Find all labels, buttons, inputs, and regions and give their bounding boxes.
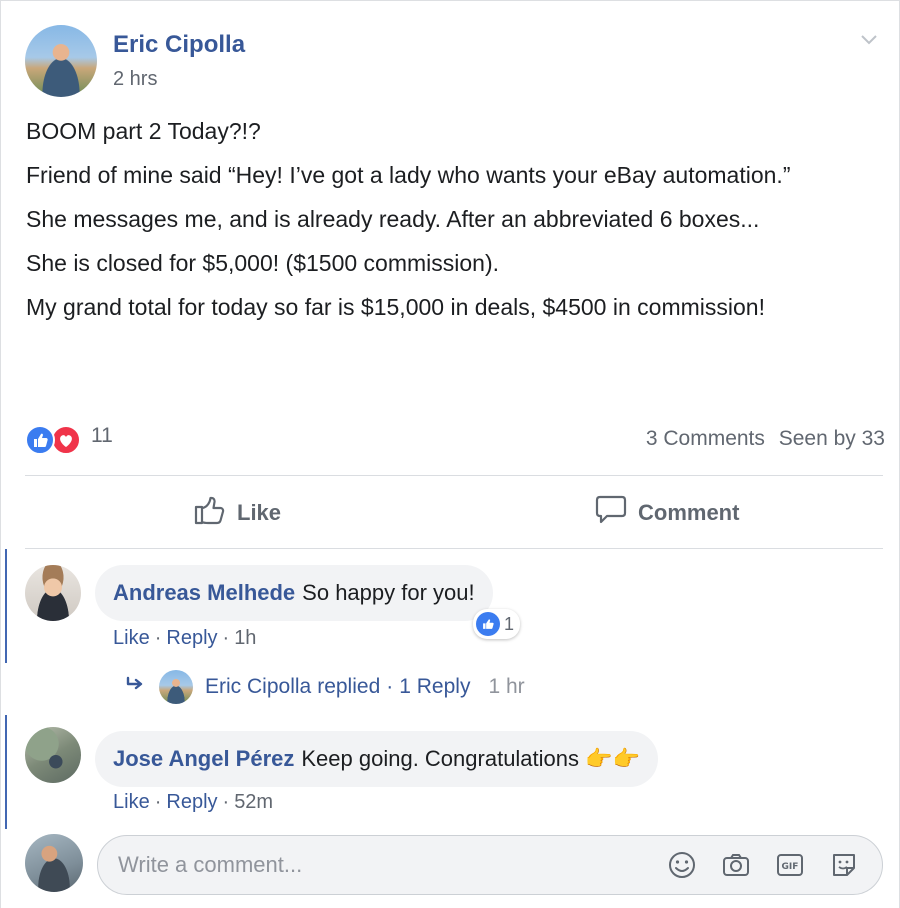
reaction-count[interactable]: 11 xyxy=(91,424,113,448)
comment-label: Comment xyxy=(638,500,740,525)
like-reaction-icon[interactable] xyxy=(25,425,55,455)
post-card: Eric Cipolla 2 hrs BOOM part 2 Today?!? … xyxy=(0,0,900,908)
camera-icon[interactable] xyxy=(720,849,752,881)
comment-time[interactable]: 1h xyxy=(234,627,256,649)
comment-reaction-count: 1 xyxy=(504,613,515,634)
gif-icon[interactable]: GIF xyxy=(774,849,806,881)
post-paragraph: She is closed for $5,000! ($1500 commiss… xyxy=(26,250,500,276)
comment-like-link[interactable]: Like xyxy=(113,791,150,813)
author-name[interactable]: Eric Cipolla xyxy=(113,31,245,59)
comment-text: Keep going. Congratulations 👉👉 xyxy=(301,746,640,771)
commenter-name[interactable]: Jose Angel Pérez xyxy=(113,746,294,772)
comment-actions: Like · Reply · 1h xyxy=(113,627,257,649)
emoji-icon[interactable] xyxy=(666,849,698,881)
reply-author-avatar xyxy=(159,670,193,704)
comment-reactions[interactable]: 1 xyxy=(473,609,521,639)
thread-indicator xyxy=(5,549,7,663)
thread-indicator xyxy=(5,715,7,829)
reply-time: 1 hr xyxy=(488,675,525,698)
comment-like-link[interactable]: Like xyxy=(113,627,150,649)
sticker-icon[interactable] xyxy=(828,849,860,881)
like-reaction-icon xyxy=(476,612,500,636)
comment-bubble: Andreas Melhede So happy for you! xyxy=(95,565,493,621)
commenter-avatar[interactable] xyxy=(25,565,81,621)
thumbs-up-icon xyxy=(193,493,227,533)
chevron-down-icon[interactable] xyxy=(859,29,879,49)
comment-bubble-icon xyxy=(594,493,628,533)
love-reaction-icon[interactable] xyxy=(51,425,81,455)
post-stats: 3 Comments Seen by 33 xyxy=(638,427,885,451)
divider xyxy=(25,475,883,476)
like-button[interactable]: Like xyxy=(193,489,281,537)
comments-count-link[interactable]: 3 Comments xyxy=(646,427,765,450)
reply-author: Eric Cipolla xyxy=(205,675,312,698)
comment-reply-link[interactable]: Reply xyxy=(166,627,217,649)
like-label: Like xyxy=(237,500,282,525)
svg-text:GIF: GIF xyxy=(782,862,799,872)
post-paragraph: Friend of mine said “Hey! I’ve got a lad… xyxy=(26,162,791,188)
replies-link[interactable]: Eric Cipolla replied · 1 Reply 1 hr xyxy=(125,669,525,705)
comment-input-placeholder: Write a comment... xyxy=(118,852,303,877)
current-user-avatar[interactable] xyxy=(25,834,83,892)
comment-text: So happy for you! xyxy=(302,580,475,605)
reactions-summary: 11 3 Comments Seen by 33 xyxy=(25,423,885,455)
replied-label: replied xyxy=(317,675,381,698)
author-avatar[interactable] xyxy=(25,25,97,97)
commenter-name[interactable]: Andreas Melhede xyxy=(113,580,295,606)
commenter-avatar[interactable] xyxy=(25,727,81,783)
reply-arrow-icon xyxy=(125,675,147,699)
comment-input-tools: GIF xyxy=(666,849,860,881)
seen-by-count[interactable]: Seen by 33 xyxy=(779,427,885,450)
comment-bubble: Jose Angel Pérez Keep going. Congratulat… xyxy=(95,731,658,787)
post-paragraph: She messages me, and is already ready. A… xyxy=(26,206,760,232)
comment-input[interactable]: Write a comment... GIF xyxy=(97,835,883,895)
comment-actions: Like · Reply · 52m xyxy=(113,791,274,813)
post-paragraph: BOOM part 2 Today?!? xyxy=(26,118,261,144)
post-paragraph: My grand total for today so far is $15,0… xyxy=(26,294,765,320)
post-time[interactable]: 2 hrs xyxy=(113,68,157,91)
post-body: BOOM part 2 Today?!? Friend of mine said… xyxy=(26,114,886,334)
comment-time[interactable]: 52m xyxy=(234,791,273,813)
comment-reply-link[interactable]: Reply xyxy=(166,791,217,813)
comment-button[interactable]: Comment xyxy=(594,489,739,537)
reply-count: 1 Reply xyxy=(399,675,471,698)
